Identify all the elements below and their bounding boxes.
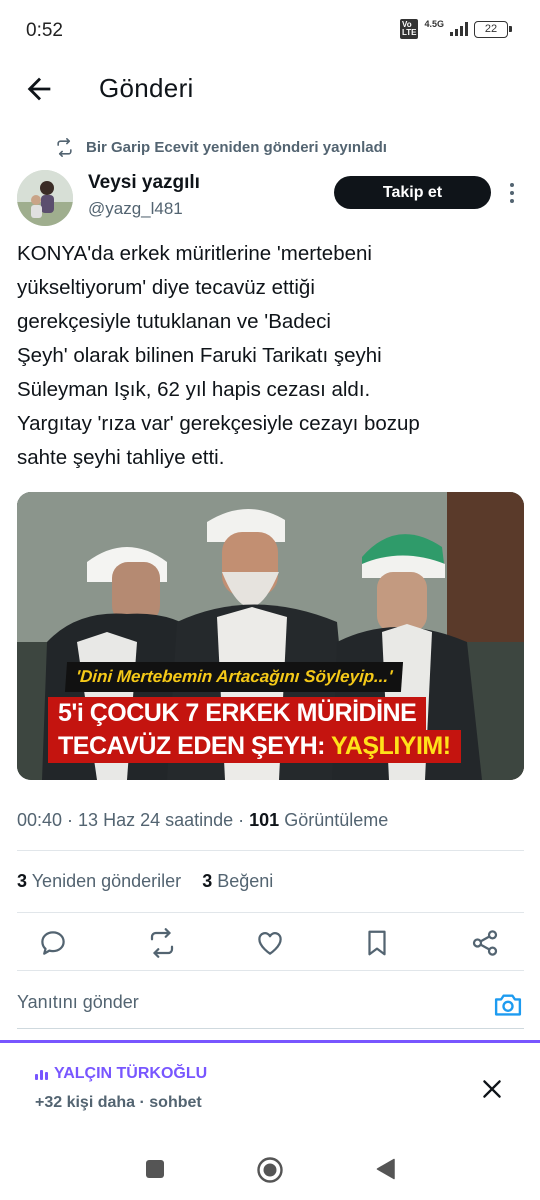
tweet-line: gerekçesiyle tutuklanan ve 'Badeci <box>17 310 331 333</box>
status-time: 0:52 <box>26 20 63 41</box>
tweet-stats: 3 Yeniden gönderiler 3 Beğeni <box>17 871 289 892</box>
like-count: 3 <box>202 871 213 891</box>
app-header: Gönderi <box>0 60 540 124</box>
follow-button[interactable]: Takip et <box>334 176 491 209</box>
share-icon <box>472 930 498 956</box>
tweet-line: Yargıtay 'rıza var' gerekçesiyle cezayı … <box>17 412 420 435</box>
share-button[interactable] <box>470 928 500 958</box>
battery-icon: 22 <box>474 20 512 38</box>
author-handle[interactable]: @yazg_l481 <box>88 199 183 219</box>
view-label: Görüntüleme <box>284 810 389 830</box>
repost-icon <box>150 928 174 958</box>
media-caption-highlight: YAŞLIYIM! <box>330 732 451 760</box>
like-button[interactable] <box>255 928 285 958</box>
spaces-dock[interactable]: YALÇIN TÜRKOĞLU +32 kişi daha · sohbet <box>0 1040 540 1132</box>
avatar[interactable] <box>17 170 73 226</box>
divider <box>17 850 524 851</box>
more-options-button[interactable] <box>505 180 519 206</box>
recents-button[interactable] <box>142 1156 168 1182</box>
bookmark-icon <box>368 930 386 956</box>
status-bar: 0:52 Vo LTE 4.5G 22 <box>0 0 540 60</box>
nav-back-button[interactable] <box>373 1156 399 1182</box>
like-icon <box>258 932 282 955</box>
repost-icon <box>57 138 72 157</box>
reply-composer: Yanıtını gönder <box>0 970 540 1040</box>
camera-button[interactable] <box>493 991 523 1019</box>
tweet-time: 00:40 <box>17 810 63 830</box>
tweet-media-image[interactable]: 'Dini Mertebemin Artacağını Söyleyip...'… <box>17 492 524 780</box>
spaces-close-button[interactable] <box>479 1076 505 1102</box>
triangle-back-icon <box>376 1158 395 1180</box>
home-button[interactable] <box>256 1156 283 1183</box>
status-indicators: Vo LTE 4.5G 22 <box>399 19 512 39</box>
media-caption-line1: 5'i ÇOCUK 7 ERKEK MÜRİDİNE <box>48 697 427 730</box>
square-icon <box>146 1160 164 1178</box>
camera-icon <box>494 994 522 1016</box>
arrow-left-icon <box>27 77 51 101</box>
divider <box>17 912 524 913</box>
repost-text: Bir Garip Ecevit yeniden gönderi yayınla… <box>86 139 387 156</box>
spaces-host-name: YALÇIN TÜRKOĞLU <box>54 1065 208 1082</box>
tweet-meta: 00:40 · 13 Haz 24 saatinde · 101 Görüntü… <box>17 810 389 830</box>
bookmark-button[interactable] <box>362 928 392 958</box>
spaces-host: YALÇIN TÜRKOĞLU <box>35 1065 207 1083</box>
media-caption-line2: TECAVÜZ EDEN ŞEYH: YAŞLIYIM! <box>48 730 461 763</box>
tweet-line: Şeyh' olarak bilinen Faruki Tarikatı şey… <box>17 344 382 367</box>
spaces-subtitle: +32 kişi daha · sohbet <box>35 1094 202 1111</box>
tweet-text: KONYA'da erkek müritlerine 'mertebeni yü… <box>17 237 525 475</box>
home-circle-icon <box>257 1157 283 1183</box>
reply-input[interactable]: Yanıtını gönder <box>17 992 477 1013</box>
reply-button[interactable] <box>38 928 68 958</box>
reply-icon <box>41 931 65 955</box>
tweet-line: KONYA'da erkek müritlerine 'mertebeni <box>17 242 372 265</box>
page-title: Gönderi <box>99 73 194 103</box>
tweet-date: 13 Haz 24 saatinde <box>78 810 234 830</box>
likes-stat[interactable]: 3 Beğeni <box>202 871 273 891</box>
close-icon <box>483 1080 501 1098</box>
repost-button[interactable] <box>147 928 177 958</box>
tweet-line: yükseltiyorum' diye tecavüz ettiği <box>17 276 315 299</box>
volte-icon: Vo LTE <box>399 19 419 39</box>
back-button[interactable] <box>22 72 56 106</box>
system-nav-bar <box>0 1138 540 1200</box>
repost-count: 3 <box>17 871 28 891</box>
more-dot-icon <box>510 183 514 187</box>
like-label: Beğeni <box>217 871 274 891</box>
reposts-stat[interactable]: 3 Yeniden gönderiler <box>17 871 181 891</box>
live-audio-icon <box>35 1068 48 1080</box>
author-name[interactable]: Veysi yazgılı <box>88 172 200 194</box>
network-type: 4.5G <box>424 19 444 29</box>
media-caption-line2-text: TECAVÜZ EDEN ŞEYH: <box>58 732 331 760</box>
view-count: 101 <box>249 810 280 830</box>
avatar-image <box>17 170 73 226</box>
signal-icon <box>450 22 468 36</box>
reply-underline <box>17 1028 524 1029</box>
tweet-line: Süleyman Işık, 62 yıl hapis cezası aldı. <box>17 378 371 401</box>
repost-label: Yeniden gönderiler <box>31 871 182 891</box>
tweet-line: sahte şeyhi tahliye etti. <box>17 446 225 469</box>
repost-indicator[interactable]: Bir Garip Ecevit yeniden gönderi yayınla… <box>55 138 387 157</box>
media-caption-quote: 'Dini Mertebemin Artacağını Söyleyip...' <box>64 662 404 692</box>
